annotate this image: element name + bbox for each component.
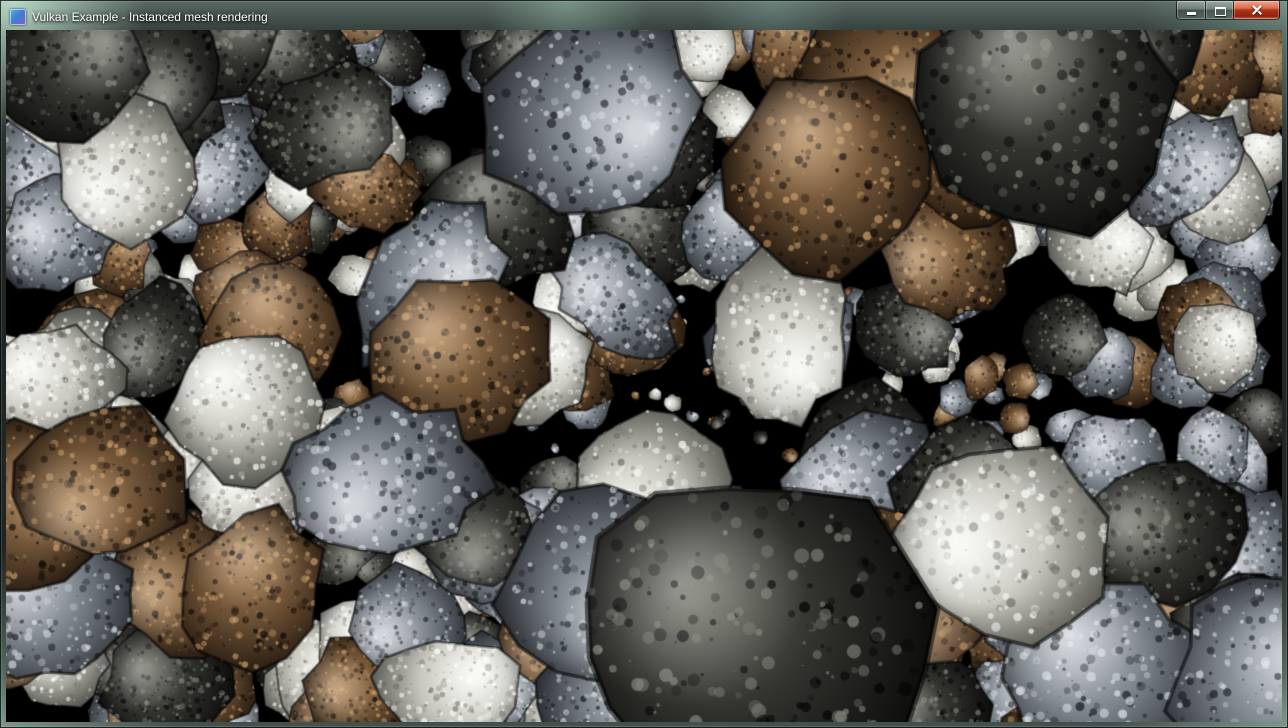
viewport-frame	[0, 30, 1288, 722]
render-viewport[interactable]	[6, 30, 1282, 722]
close-icon	[1250, 3, 1264, 17]
window-title: Vulkan Example - Instanced mesh renderin…	[32, 9, 268, 25]
minimize-button[interactable]	[1176, 1, 1205, 20]
app-window: Vulkan Example - Instanced mesh renderin…	[0, 0, 1288, 728]
close-button[interactable]	[1233, 1, 1280, 20]
minimize-icon	[1187, 12, 1196, 15]
maximize-button[interactable]	[1205, 1, 1233, 20]
maximize-icon	[1215, 7, 1226, 16]
titlebar[interactable]: Vulkan Example - Instanced mesh renderin…	[0, 0, 1288, 30]
app-icon[interactable]	[10, 9, 26, 25]
caption-buttons	[1176, 1, 1280, 20]
